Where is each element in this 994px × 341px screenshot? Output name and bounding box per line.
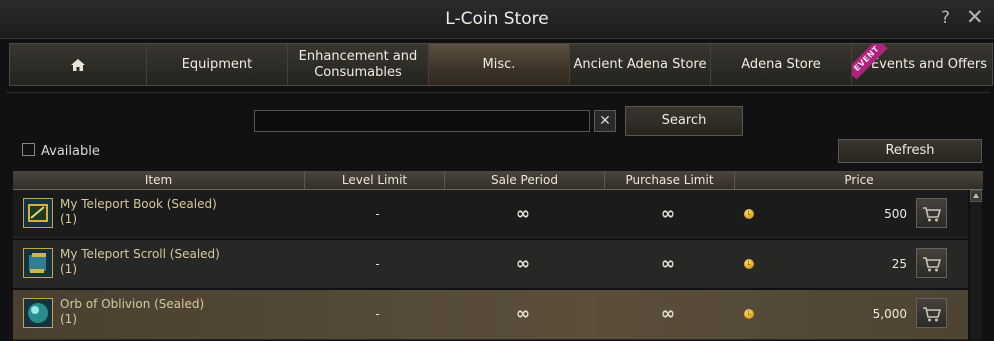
sale-period: ∞ — [515, 254, 531, 274]
title-bar: L-Coin Store ? ✕ — [0, 0, 994, 39]
search-button[interactable]: Search — [625, 106, 743, 136]
cart-icon — [923, 307, 942, 322]
tab-equipment[interactable]: Equipment — [147, 44, 288, 85]
search-input[interactable] — [254, 110, 590, 132]
tab-adena-store[interactable]: Adena Store — [711, 44, 852, 85]
header-sale-period[interactable]: Sale Period — [445, 171, 605, 189]
table-row[interactable]: Orb of Oblivion (Sealed) (1) - ∞ ∞ L 5,0… — [13, 290, 968, 340]
available-label: Available — [41, 144, 100, 159]
item-quantity: (1) — [60, 262, 77, 276]
item-quantity: (1) — [60, 312, 77, 326]
l-coin-icon: L — [744, 209, 754, 219]
buy-button[interactable] — [916, 298, 947, 328]
level-limit: - — [375, 307, 380, 321]
window-title: L-Coin Store — [445, 9, 549, 29]
teleport-book-icon — [23, 198, 53, 228]
purchase-limit: ∞ — [660, 254, 676, 274]
header-item[interactable]: Item — [13, 171, 305, 189]
item-name: Orb of Oblivion (Sealed) — [60, 297, 205, 311]
header-level-limit[interactable]: Level Limit — [305, 171, 445, 189]
header-price[interactable]: Price — [735, 171, 983, 189]
item-quantity: (1) — [60, 212, 77, 226]
buy-button[interactable] — [916, 198, 947, 228]
orb-icon — [23, 298, 53, 328]
item-name: My Teleport Scroll (Sealed) — [60, 247, 220, 261]
tab-enhancement[interactable]: Enhancement and Consumables — [288, 44, 429, 85]
cart-icon — [923, 207, 942, 222]
item-name: My Teleport Book (Sealed) — [60, 197, 217, 211]
tab-home[interactable] — [10, 44, 147, 85]
level-limit: - — [375, 207, 380, 221]
close-icon[interactable]: ✕ — [966, 5, 984, 29]
item-price: 500 — [884, 207, 907, 221]
item-price: 25 — [891, 257, 907, 271]
purchase-limit: ∞ — [660, 204, 676, 224]
table-row[interactable]: My Teleport Book (Sealed) (1) - ∞ ∞ L 50… — [13, 190, 968, 238]
table-row[interactable]: My Teleport Scroll (Sealed) (1) - ∞ ∞ L … — [13, 240, 968, 288]
teleport-scroll-icon — [23, 248, 53, 278]
refresh-button[interactable]: Refresh — [838, 139, 982, 163]
cart-icon — [923, 257, 942, 272]
available-checkbox[interactable] — [22, 143, 35, 156]
l-coin-icon: L — [744, 259, 754, 269]
sale-period: ∞ — [515, 304, 531, 324]
l-coin-icon: L — [744, 309, 754, 319]
clear-search-button[interactable]: ✕ — [594, 110, 616, 132]
scroll-up-icon[interactable] — [970, 190, 982, 202]
available-filter[interactable]: Available — [22, 143, 100, 159]
home-icon — [71, 58, 85, 71]
help-icon[interactable]: ? — [941, 8, 950, 28]
tab-ancient-adena-store[interactable]: Ancient Adena Store — [570, 44, 711, 85]
header-purchase-limit[interactable]: Purchase Limit — [605, 171, 735, 189]
table-header: Item Level Limit Sale Period Purchase Li… — [13, 171, 983, 190]
buy-button[interactable] — [916, 248, 947, 278]
scrollbar[interactable] — [970, 190, 982, 340]
level-limit: - — [375, 257, 380, 271]
tab-events-and-offers[interactable]: EVENT Events and Offers — [852, 44, 992, 85]
item-price: 5,000 — [872, 307, 907, 321]
purchase-limit: ∞ — [660, 304, 676, 324]
category-tabs: Equipment Enhancement and Consumables Mi… — [9, 43, 993, 86]
tab-misc[interactable]: Misc. — [429, 44, 570, 85]
sale-period: ∞ — [515, 204, 531, 224]
